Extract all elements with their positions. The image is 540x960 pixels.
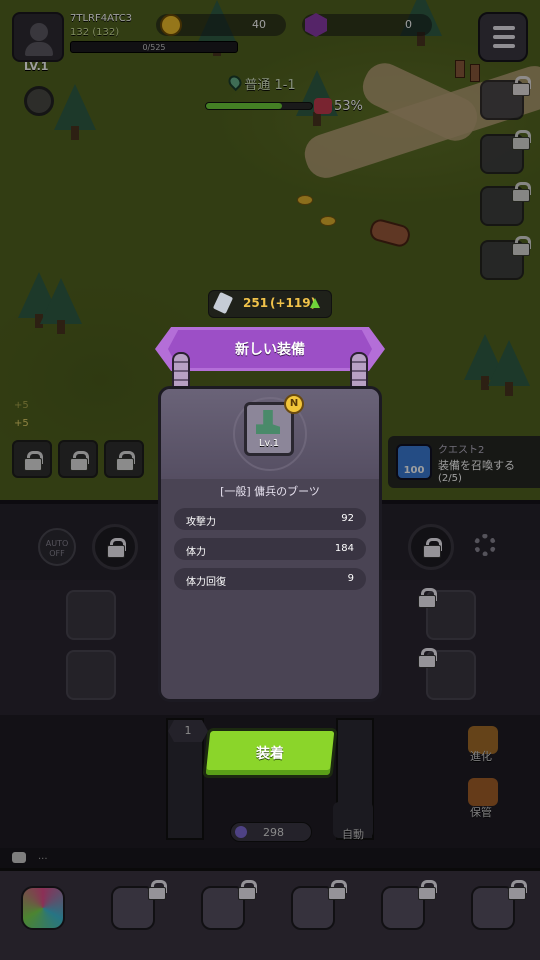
- up-arrow-icon: [310, 298, 320, 308]
- stat-row: 体力 184: [174, 538, 366, 560]
- item-name: [一般] 傭兵のブーツ: [220, 485, 320, 498]
- power-gain-value: 251: [243, 296, 269, 310]
- stat-value: 92: [341, 513, 354, 524]
- stat-row: 攻撃力 92: [174, 508, 366, 530]
- stat-value: 9: [347, 573, 354, 584]
- stat-label: 攻撃力: [186, 517, 216, 528]
- stat-label: 体力: [186, 547, 206, 558]
- item-level: Lv.1: [258, 438, 280, 449]
- rarity-badge: N: [284, 394, 304, 414]
- stat-value: 184: [334, 543, 354, 554]
- stat-row: 体力回復 9: [174, 568, 366, 590]
- stat-label: 体力回復: [186, 577, 226, 588]
- equip-button-label: 装着: [256, 746, 284, 762]
